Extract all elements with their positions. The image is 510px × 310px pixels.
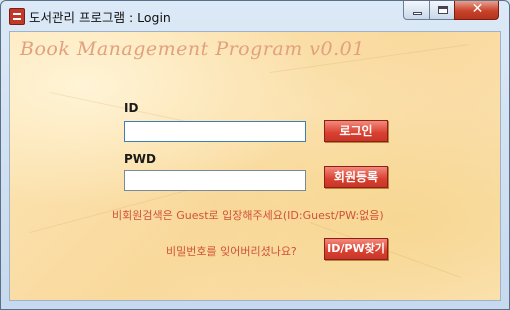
login-button[interactable]: 로그인 xyxy=(324,120,388,142)
minimize-button[interactable] xyxy=(403,1,430,20)
close-button[interactable]: ✕ xyxy=(454,1,499,20)
app-title: Book Management Program v0.01 xyxy=(20,38,365,60)
id-label: ID xyxy=(124,101,139,115)
window-title: 도서관리 프로그램 : Login xyxy=(29,10,171,25)
pwd-label: PWD xyxy=(124,152,156,166)
login-panel: Book Management Program v0.01 ID 로그인 PWD… xyxy=(9,31,501,301)
minimize-icon xyxy=(413,12,422,15)
close-icon: ✕ xyxy=(471,1,484,17)
forgot-password-text: 비밀번호를 잊어버리셨나요? xyxy=(166,245,297,258)
maximize-button[interactable] xyxy=(429,1,455,20)
app-icon[interactable] xyxy=(9,8,25,25)
maximize-icon xyxy=(438,6,448,14)
find-id-pw-button[interactable]: ID/PW찾기 xyxy=(324,238,388,260)
register-button[interactable]: 회원등록 xyxy=(324,166,388,188)
password-input[interactable] xyxy=(124,170,306,191)
guest-notice: 비회원검색은 Guest로 입장해주세요(ID:Guest/PW:없음) xyxy=(112,209,384,222)
title-bar[interactable]: 도서관리 프로그램 : Login ✕ xyxy=(1,1,509,31)
login-window: 도서관리 프로그램 : Login ✕ Book Management Prog… xyxy=(0,0,510,310)
id-input[interactable] xyxy=(124,121,306,142)
